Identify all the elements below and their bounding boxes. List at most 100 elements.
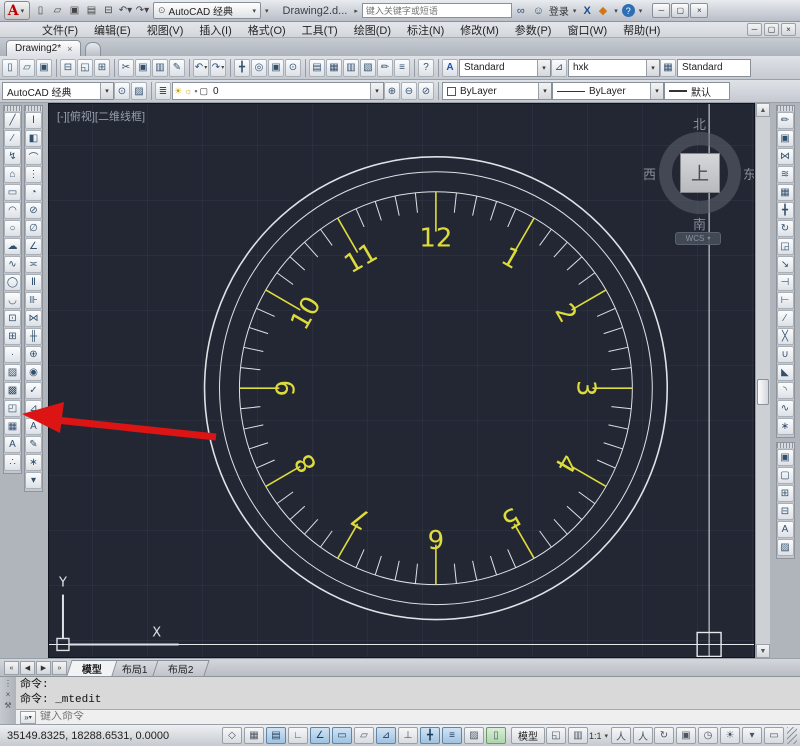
status-tray-icon[interactable]: ☀ <box>720 727 740 744</box>
quick-view-layouts-icon[interactable]: ◱ <box>545 727 566 744</box>
region-icon[interactable]: ◰ <box>4 400 21 417</box>
layer-lock-icon[interactable]: ▪ <box>194 86 197 96</box>
zoom-previous-icon[interactable]: ⊙ <box>285 58 301 77</box>
coordinates-readout[interactable]: 35149.8325, 18288.6531, 0.0000 <box>3 730 221 742</box>
bring-above-icon[interactable]: ⊞ <box>776 485 794 502</box>
revcloud-icon[interactable]: ☁ <box>4 238 21 255</box>
layer-combo[interactable]: ☀ ☼ ▪ ▢ 0 ▾ <box>172 82 384 100</box>
color-combo[interactable]: ByLayer ▾ <box>442 82 552 100</box>
text-style-icon[interactable]: A <box>442 58 458 77</box>
trim-icon[interactable]: ⊣ <box>776 274 794 291</box>
linetype-combo[interactable]: ByLayer ▾ <box>552 82 664 100</box>
line-icon[interactable]: ╱ <box>4 112 21 129</box>
workspace-combo[interactable]: ⊙ AutoCAD 经典 ▾ <box>153 2 261 19</box>
mirror-icon[interactable]: ⋈ <box>776 148 794 165</box>
redo-icon[interactable]: ↷ ▾ <box>134 2 151 19</box>
dyn-toggle[interactable]: ╋ <box>420 727 440 744</box>
construction-line-icon[interactable]: ∕ <box>4 130 21 147</box>
undo-icon[interactable]: ↶ ▾ <box>193 58 209 77</box>
lineweight-toggle[interactable]: ≡ <box>442 727 462 744</box>
dim-radius-icon[interactable]: ◔ <box>25 184 42 201</box>
erase-icon[interactable]: ✏ <box>776 112 794 129</box>
toolbar-lock-icon[interactable]: ▣ <box>676 727 696 744</box>
copy-icon[interactable]: ▣ <box>776 130 794 147</box>
hatch-icon[interactable]: ▨ <box>4 364 21 381</box>
cmd-close-icon[interactable]: × <box>6 690 11 699</box>
grid-toggle[interactable]: ▤ <box>266 727 286 744</box>
qat-overflow-icon[interactable]: ▾ <box>263 7 271 15</box>
move-icon[interactable]: ╋ <box>776 202 794 219</box>
menu-item-2[interactable]: 视图(V) <box>139 21 192 39</box>
dim-text-edit-icon[interactable]: ✎ <box>25 436 42 453</box>
command-window[interactable]: ⋮ × ⚒ 命令: 命令: _mtedit » ▾ <box>0 676 800 724</box>
fillet-icon[interactable]: ◝ <box>776 382 794 399</box>
text-style-combo[interactable]: Standard ▾ <box>459 58 551 77</box>
dim-continue-icon[interactable]: ⊪ <box>25 292 42 309</box>
viewport-controls-label[interactable]: [-][俯视][二维线框] <box>57 108 145 124</box>
dim-style-combo[interactable]: hxk ▾ <box>568 58 660 77</box>
designcenter-icon[interactable]: ▦ <box>326 58 342 77</box>
command-input[interactable] <box>40 711 796 723</box>
tool-palettes-icon[interactable]: ▥ <box>343 58 359 77</box>
layer-properties-icon[interactable]: ≣ <box>155 82 171 100</box>
layer-freeze-icon[interactable]: ☼ <box>184 86 192 96</box>
dim-aligned-icon[interactable]: ◧ <box>25 130 42 147</box>
dim-jogged-icon[interactable]: ⊘ <box>25 202 42 219</box>
annotation-scale-button[interactable]: 1:1 <box>589 731 602 741</box>
app-logo[interactable]: A ▾ <box>4 1 30 20</box>
break-at-point-icon[interactable]: ∕ <box>776 310 794 327</box>
add-selected-icon[interactable]: ∴ <box>4 454 21 471</box>
signin-button[interactable]: 登录 <box>549 3 569 18</box>
exchange-icon[interactable]: X <box>580 5 593 17</box>
communication-center-icon[interactable]: ◆ <box>596 4 610 17</box>
rectangle-icon[interactable]: ▭ <box>4 184 21 201</box>
drawing-tab[interactable]: Drawing2* × <box>6 40 82 56</box>
menu-item-1[interactable]: 编辑(E) <box>86 21 139 39</box>
hatch-to-back-icon[interactable]: ▨ <box>776 539 794 556</box>
vertical-scrollbar[interactable]: ▲ ▼ <box>755 103 770 658</box>
arc-icon[interactable]: ◠ <box>4 202 21 219</box>
layer-on-icon[interactable]: ☀ <box>174 86 182 97</box>
send-under-icon[interactable]: ⊟ <box>776 503 794 520</box>
doc-close-icon[interactable]: × <box>781 23 796 36</box>
viewcube-top-face[interactable]: 上 <box>680 153 720 193</box>
scroll-down-icon[interactable]: ▼ <box>756 644 770 658</box>
zoom-realtime-icon[interactable]: ◎ <box>251 58 267 77</box>
redo-icon[interactable]: ↷ ▾ <box>210 58 226 77</box>
dim-linear-icon[interactable]: Ⅰ <box>25 112 42 129</box>
dim-edit-icon[interactable]: A <box>25 418 42 435</box>
ellipse-arc-icon[interactable]: ◡ <box>4 292 21 309</box>
stretch-icon[interactable]: ↘ <box>776 256 794 273</box>
polyline-icon[interactable]: ↯ <box>4 148 21 165</box>
doc-flyout-icon[interactable]: ▸ <box>352 7 360 15</box>
tolerance-icon[interactable]: ⊕ <box>25 346 42 363</box>
osnap3d-toggle[interactable]: ▱ <box>354 727 374 744</box>
paste-icon[interactable]: ▥ <box>152 58 168 77</box>
open-file-icon[interactable]: ▱ <box>49 2 66 19</box>
doc-minimize-icon[interactable]: ─ <box>747 23 762 36</box>
make-block-icon[interactable]: ⊞ <box>4 328 21 345</box>
otrack-toggle[interactable]: ⊿ <box>376 727 396 744</box>
resize-grip[interactable] <box>787 727 797 744</box>
workspace-switch-icon[interactable]: ↻ <box>654 727 674 744</box>
extend-icon[interactable]: ⊢ <box>776 292 794 309</box>
table-style-icon[interactable]: ▦ <box>660 58 676 77</box>
plot-preview-icon[interactable]: ◱ <box>77 58 93 77</box>
menu-item-10[interactable]: 窗口(W) <box>559 21 615 39</box>
ortho-toggle[interactable]: ∟ <box>288 727 308 744</box>
match-properties-icon[interactable]: ✎ <box>169 58 185 77</box>
new-icon[interactable]: ▯ <box>2 58 18 77</box>
polar-toggle[interactable]: ∠ <box>310 727 330 744</box>
send-to-back-icon[interactable]: ▢ <box>776 467 794 484</box>
viewcube-south-label[interactable]: 南 <box>693 214 706 233</box>
chamfer-icon[interactable]: ◣ <box>776 364 794 381</box>
plot-icon[interactable]: ⊟ <box>100 2 117 19</box>
wcs-menu[interactable]: WCS ▾ <box>675 232 721 245</box>
scroll-thumb[interactable] <box>757 379 769 405</box>
scroll-up-icon[interactable]: ▲ <box>756 103 770 117</box>
help-menu-icon[interactable]: ▾ <box>637 7 645 15</box>
quick-properties-toggle[interactable]: ▯ <box>486 727 506 744</box>
dim-break-icon[interactable]: ╫ <box>25 328 42 345</box>
layout-tab-2[interactable]: 布局2 <box>151 660 209 676</box>
cut-icon[interactable]: ✂ <box>118 58 134 77</box>
